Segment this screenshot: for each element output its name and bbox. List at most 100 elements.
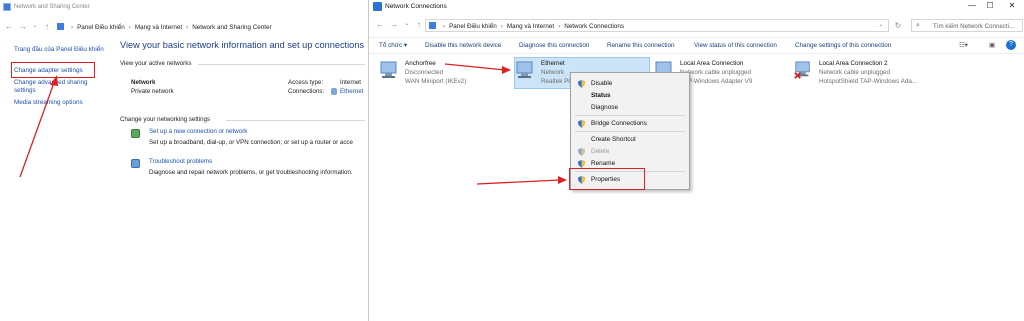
organize-button[interactable]: Tổ chức ▾ (379, 42, 407, 49)
control-panel-icon (57, 23, 64, 30)
ethernet-adapter-icon (516, 61, 533, 78)
network-sharing-center-window: Network and Sharing Center ← → ⌄ ↑ › Pane… (0, 0, 370, 321)
left-address-bar: ← → ⌄ ↑ › Panel Điều khiển › Mạng và Intern… (0, 20, 370, 34)
sidebar-media-streaming-link[interactable]: Media streaming options (14, 99, 106, 107)
uac-shield-icon (578, 148, 585, 156)
rename-connection-button[interactable]: Rename this connection (607, 42, 675, 49)
network-icon (3, 3, 11, 11)
active-networks-label: View your active networks (120, 60, 192, 67)
organize-label: Tổ chức (379, 42, 403, 49)
recent-chevron-icon[interactable]: ⌄ (402, 19, 412, 30)
recent-chevron-icon[interactable]: ⌄ (30, 21, 40, 32)
adapter-device: TAP-Windows Adapter V9 (680, 78, 753, 85)
close-icon[interactable]: ✕ (999, 0, 1024, 12)
menu-separator (575, 131, 685, 132)
connections-label: Connections: (288, 88, 325, 95)
left-title-bar: Network and Sharing Center (0, 0, 370, 14)
ethernet-link[interactable]: Ethernet (340, 88, 363, 95)
uac-shield-icon (578, 160, 585, 168)
adapter-name: Local Area Connection (680, 60, 744, 67)
menu-item-delete[interactable]: Delete (571, 146, 689, 157)
preview-pane-icon[interactable]: ▣ (989, 42, 995, 49)
menu-label: Diagnose (591, 104, 619, 111)
sidebar-advanced-sharing-link-2[interactable]: settings (14, 87, 106, 95)
menu-separator (575, 115, 685, 116)
menu-item-status[interactable]: Status (571, 90, 689, 101)
view-status-button[interactable]: View status of this connection (694, 42, 777, 49)
menu-label: Delete (591, 148, 610, 155)
left-window-title: Network and Sharing Center (14, 4, 90, 10)
right-breadcrumb[interactable]: › Panel Điều khiển › Mạng và Internet › Netwo… (429, 22, 624, 30)
menu-label: Create Shortcut (591, 136, 636, 143)
diagnose-connection-button[interactable]: Diagnose this connection (519, 42, 589, 49)
network-adapter-icon (380, 61, 397, 78)
breadcrumb-sharing-center[interactable]: Network and Sharing Center (192, 24, 271, 31)
menu-item-bridge[interactable]: Bridge Connections (571, 118, 689, 129)
menu-label: Status (591, 92, 611, 99)
adapter-device: HotspotShield TAP-Windows Ada... (819, 78, 918, 85)
forward-arrow-icon[interactable]: → (18, 21, 28, 32)
view-options-icon[interactable]: ☷▾ (959, 42, 968, 49)
address-dropdown-icon[interactable]: ⌄ (876, 20, 886, 31)
adapter-name: Anchorfree (405, 60, 436, 67)
access-type-label: Access type: (288, 79, 324, 86)
sidebar-advanced-sharing-link[interactable]: Change advanced sharing (14, 79, 106, 87)
adapter-device: Realtek PC (541, 78, 573, 85)
adapter-status: Disconnected (405, 69, 444, 76)
setup-connection-link[interactable]: Set up a new connection or network (149, 128, 247, 135)
adapter-item-anchorfree[interactable]: Anchorfree Disconnected WAN Miniport (IK… (379, 58, 499, 88)
menu-item-create-shortcut[interactable]: Create Shortcut (571, 134, 689, 145)
menu-item-disable[interactable]: Disable (571, 78, 689, 89)
search-input[interactable]: ⌕ Tìm kiếm Network Connecti... (911, 19, 1023, 32)
sidebar-home-link[interactable]: Trang đầu của Panel Điều khiển (14, 46, 106, 54)
menu-label: Rename (591, 160, 616, 167)
forward-arrow-icon[interactable]: → (389, 19, 399, 30)
dropdown-arrow-icon: ▾ (403, 42, 408, 49)
left-breadcrumb[interactable]: › Panel Điều khiển › Mạng và Internet › Netwo… (57, 23, 272, 31)
uac-shield-icon (578, 120, 585, 128)
change-settings-label: Change your networking settings (120, 116, 211, 123)
breadcrumb-control-panel[interactable]: Panel Điều khiển (77, 24, 125, 31)
breadcrumb-network-internet[interactable]: Mạng và Internet (507, 23, 554, 30)
breadcrumb-network-connections[interactable]: Network Connections (564, 23, 624, 30)
troubleshoot-desc: Diagnose and repair network problems, or… (149, 169, 353, 176)
page-title: View your basic network information and … (120, 40, 364, 50)
menu-item-diagnose[interactable]: Diagnose (571, 102, 689, 113)
address-input[interactable]: › Panel Điều khiển › Mạng và Internet › Netwo… (425, 19, 889, 32)
up-arrow-icon[interactable]: ↑ (414, 19, 424, 30)
setup-connection-desc: Set up a broadband, dial-up, or VPN conn… (149, 139, 353, 146)
up-arrow-icon[interactable]: ↑ (42, 21, 52, 32)
adapter-name: Ethernet (541, 60, 565, 67)
divider-2 (226, 120, 365, 121)
adapter-device: WAN Miniport (IKEv2) (405, 78, 467, 85)
refresh-icon[interactable]: ↻ (893, 20, 903, 31)
back-arrow-icon[interactable]: ← (4, 21, 14, 32)
right-title-bar: Network Connections — ☐ ✕ (369, 0, 1024, 13)
menu-label: Disable (591, 80, 613, 87)
adapter-status: Network cable unplugged (680, 69, 752, 76)
change-settings-button[interactable]: Change settings of this connection (795, 42, 891, 49)
help-icon[interactable]: ? (1006, 40, 1016, 50)
network-connections-icon (373, 2, 382, 11)
troubleshoot-icon (131, 159, 140, 168)
adapter-status: Network cable unplugged (819, 69, 891, 76)
breadcrumb-control-panel[interactable]: Panel Điều khiển (449, 23, 497, 30)
network-connections-window: Network Connections — ☐ ✕ ← → ⌄ ↑ › Panel… (368, 0, 1024, 321)
annotation-box-properties (569, 168, 645, 190)
breadcrumb-network-internet[interactable]: Mạng và Internet (135, 24, 182, 31)
right-address-bar: ← → ⌄ ↑ › Panel Điều khiển › Mạng và Intern… (369, 18, 1024, 34)
back-arrow-icon[interactable]: ← (375, 19, 385, 30)
annotation-box-adapter (11, 62, 95, 78)
adapter-name: Local Area Connection 2 (819, 60, 888, 67)
disable-device-button[interactable]: Disable this network device (425, 42, 501, 49)
control-panel-icon (429, 22, 436, 29)
search-icon: ⌕ (916, 22, 920, 29)
adapter-item-local-area-connection-2[interactable]: Local Area Connection 2 Network cable un… (793, 58, 933, 88)
right-window-title: Network Connections (385, 3, 447, 10)
troubleshoot-link[interactable]: Troubleshoot problems (149, 158, 212, 165)
divider (198, 64, 365, 65)
network-adapter-error-icon (794, 61, 810, 79)
access-type-value: Internet (340, 79, 361, 86)
adapter-list: Anchorfree Disconnected WAN Miniport (IK… (369, 55, 1024, 321)
adapter-status: Network (541, 69, 565, 76)
